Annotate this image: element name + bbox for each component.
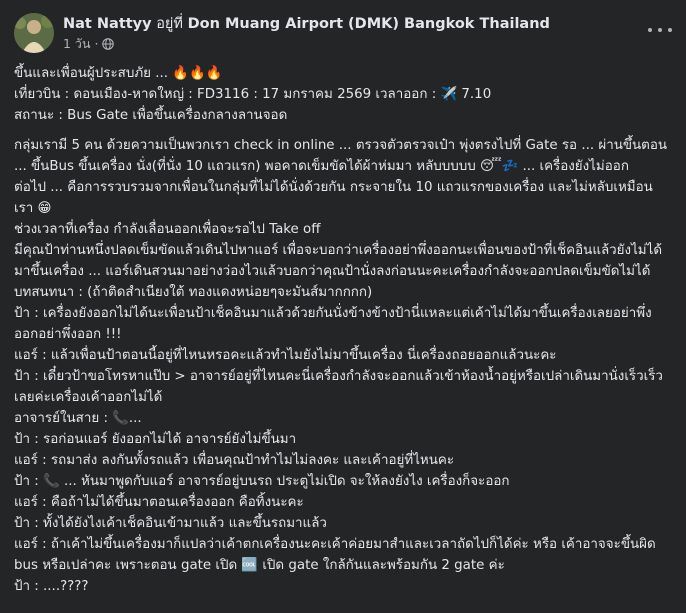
post-line: แอร์ : รถมาส่ง ลงกันทั้งรถแล้ว เพื่อนคุณ… bbox=[14, 453, 455, 468]
avatar-image bbox=[14, 13, 54, 53]
post-line: ช่วงเวลาที่เครื่อง กำลังเลื่อนออกเพื่อจะ… bbox=[14, 222, 321, 237]
checkin-location[interactable]: Don Muang Airport (DMK) Bangkok Thailand bbox=[188, 16, 550, 32]
post-line: ป้า : เครื่องยังออกไม่ได้นะเพื่อนป้าเช็ค… bbox=[14, 306, 652, 342]
post-line: เที่ยวบิน : ดอนเมือง-หาดใหญ่ : FD3116 : … bbox=[14, 87, 492, 102]
globe-icon[interactable] bbox=[102, 38, 115, 50]
post-line: ต่อไป ... คือการรวบรวมจากเพื่อนในกลุ่มที… bbox=[14, 180, 653, 216]
post-line: ป้า : ทั้งได้ยังไงเค้าเช็คอินเข้ามาแล้ว … bbox=[14, 516, 327, 531]
facebook-post: Nat Nattyy อยู่ที่ Don Muang Airport (DM… bbox=[0, 0, 686, 613]
more-horizontal-icon bbox=[648, 28, 652, 32]
post-header: Nat Nattyy อยู่ที่ Don Muang Airport (DM… bbox=[0, 0, 686, 58]
post-line: แอร์ : คือถ้าไม่ได้ขึ้นมาตอนเครื่องออก ค… bbox=[14, 495, 304, 510]
post-line: แอร์ : แล้วเพื่อนป้าตอนนี้อยู่ที่ไหนหรอค… bbox=[14, 348, 557, 363]
post-line: ป้า : 📞 ... หันมาพูดกับแอร์ อาจารย์อยู่บ… bbox=[14, 474, 510, 489]
more-options-button[interactable] bbox=[648, 24, 672, 36]
author-line: Nat Nattyy อยู่ที่ Don Muang Airport (DM… bbox=[63, 14, 550, 34]
post-line: ป้า : รอก่อนแอร์ ยังออกไม่ได้ อาจารย์ยัง… bbox=[14, 432, 297, 447]
post-meta: 1 วัน · bbox=[63, 36, 115, 52]
meta-separator: · bbox=[94, 36, 99, 51]
author-name[interactable]: Nat Nattyy bbox=[63, 16, 152, 32]
post-line: ป้า : ....???? bbox=[14, 579, 89, 594]
post-body: ขึ้นและเพื่อนผู้ประสบภัย ... 🔥🔥🔥 เที่ยวบ… bbox=[14, 63, 672, 597]
location-prefix: อยู่ที่ bbox=[156, 16, 183, 32]
author-avatar[interactable] bbox=[14, 13, 54, 53]
post-line: สถานะ : Bus Gate เพื่อขึ้นเครื่องกลางลาน… bbox=[14, 108, 288, 123]
post-line: มีคุณป้าท่านหนึ่งปลดเข็มขัดแล้วเดินไปหาแ… bbox=[14, 243, 663, 279]
post-line: ขึ้นและเพื่อนผู้ประสบภัย ... 🔥🔥🔥 bbox=[14, 66, 223, 81]
post-timestamp[interactable]: 1 วัน bbox=[63, 36, 91, 52]
post-line: บทสนทนา : (ถ้าติดสำเนียงใต้ ทองแดงหน่อยๆ… bbox=[14, 285, 373, 300]
post-line: อาจารย์ในสาย : 📞... bbox=[14, 411, 142, 426]
post-line: ป้า : เดี๋ยวป้าขอโทรหาแป๊บ > อาจารย์อยู่… bbox=[14, 369, 663, 405]
post-line: แอร์ : ถ้าเค้าไม่ขึ้นเครื่องมาก็แปลว่าเค… bbox=[14, 537, 656, 573]
post-line: กลุ่มเรามี 5 คน ด้วยความเป็นพวกเรา check… bbox=[14, 138, 668, 174]
